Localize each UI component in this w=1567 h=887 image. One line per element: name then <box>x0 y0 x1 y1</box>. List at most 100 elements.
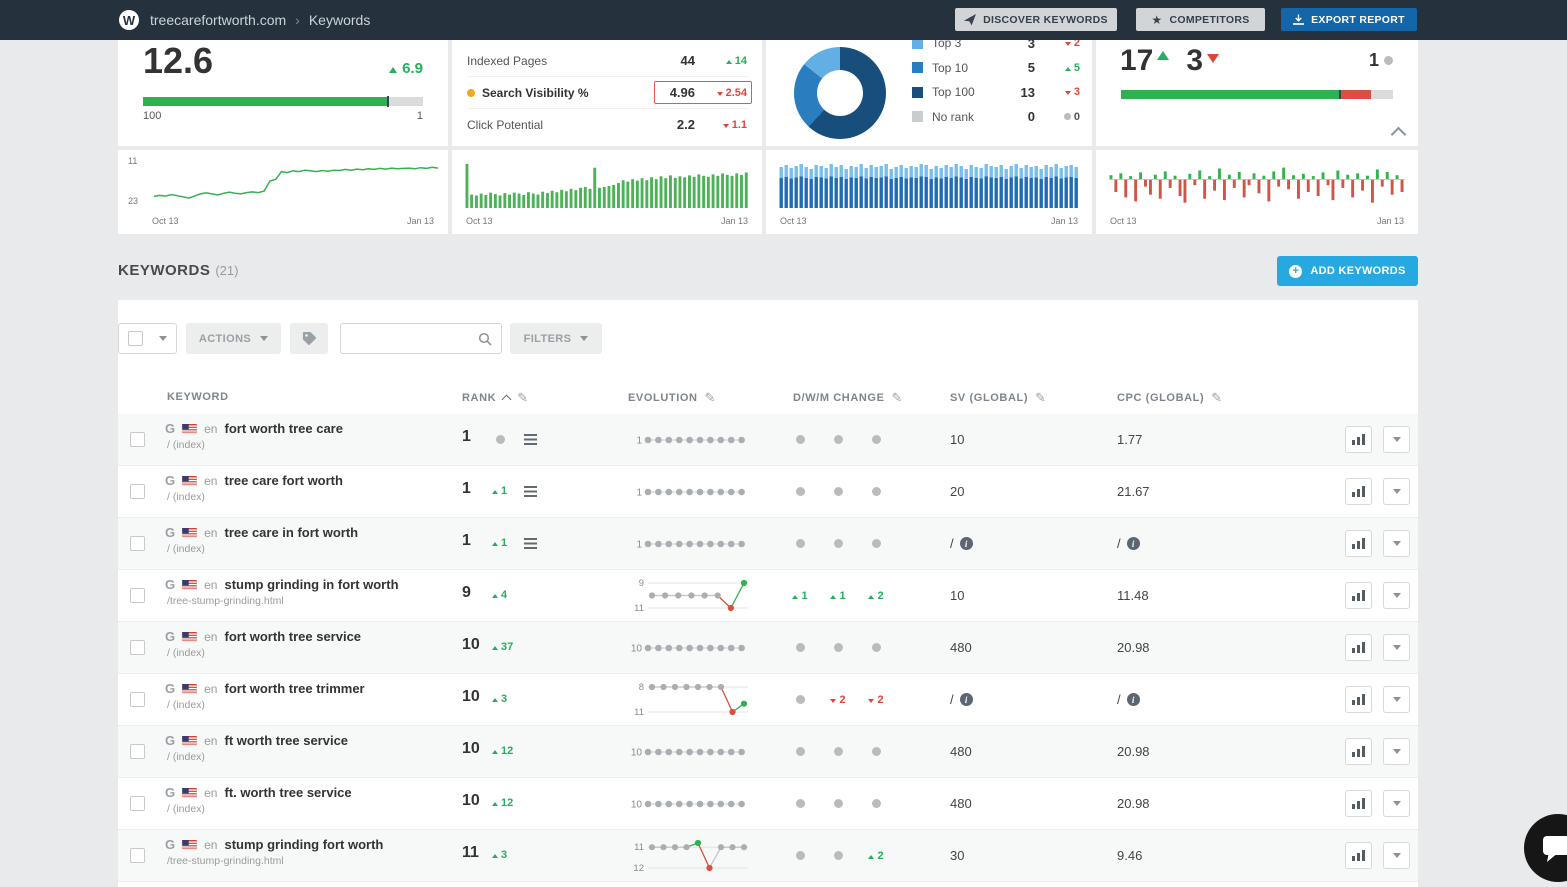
us-flag-icon <box>182 787 197 798</box>
breadcrumb-site[interactable]: treecarefortworth.com <box>150 12 286 28</box>
select-all-dropdown[interactable] <box>118 323 177 354</box>
keyword-path: /tree-stump-grinding.html <box>167 595 284 607</box>
seo-score-bar-marker <box>386 96 389 107</box>
row-chart-button[interactable] <box>1345 790 1372 817</box>
discover-keywords-button[interactable]: DISCOVER KEYWORDS <box>955 8 1117 31</box>
row-dropdown-button[interactable] <box>1383 478 1410 505</box>
row-chart-button[interactable] <box>1345 686 1372 713</box>
row-dropdown-button[interactable] <box>1383 686 1410 713</box>
actions-label: ACTIONS <box>198 332 252 345</box>
no-change-dot <box>795 695 805 704</box>
row-chart-button[interactable] <box>1345 582 1372 609</box>
keyword-text[interactable]: fort worth tree service <box>224 629 361 644</box>
column-header-dwm-change: D/W/M CHANGE ✎ <box>793 390 904 405</box>
cpc-global-value: 11.48 <box>1117 588 1149 603</box>
row-checkbox[interactable] <box>130 484 145 499</box>
row-dropdown-button[interactable] <box>1383 842 1410 869</box>
evolution-chart: 11 12 <box>633 839 748 874</box>
no-change-dot <box>833 799 843 808</box>
add-keywords-button[interactable]: + ADD KEYWORDS <box>1277 256 1418 286</box>
row-checkbox[interactable] <box>130 744 145 759</box>
row-chart-button[interactable] <box>1345 634 1372 661</box>
column-header-rank[interactable]: RANK ✎ <box>462 391 529 404</box>
keyword-text[interactable]: stump grinding in fort worth <box>224 577 398 592</box>
row-chart-button[interactable] <box>1345 738 1372 765</box>
row-dropdown-button[interactable] <box>1383 790 1410 817</box>
edit-column-icon[interactable]: ✎ <box>892 391 904 404</box>
evolution-chart: 1 <box>636 540 745 551</box>
serp-features-list-icon[interactable] <box>524 434 537 445</box>
edit-column-icon[interactable]: ✎ <box>1211 391 1223 404</box>
seo-score-panel: 12.6 6.9 100 1 <box>118 40 448 146</box>
rank-value: 10 <box>462 688 480 705</box>
serp-features-list-icon[interactable] <box>524 538 537 549</box>
select-all-checkbox[interactable] <box>128 331 143 346</box>
row-checkbox[interactable] <box>130 432 145 447</box>
language-label: en <box>204 629 218 644</box>
collapse-chevron-icon[interactable] <box>1390 126 1407 143</box>
google-icon: G <box>165 525 176 540</box>
info-icon[interactable]: i <box>959 693 973 706</box>
keyword-text[interactable]: fort worth tree trimmer <box>224 681 364 696</box>
row-dropdown-button[interactable] <box>1383 738 1410 765</box>
competitors-button[interactable]: ★ COMPETITORS <box>1136 8 1265 31</box>
keyword-text[interactable]: tree care in fort worth <box>224 525 358 540</box>
keyword-text[interactable]: stump grinding fort worth <box>224 837 383 852</box>
row-checkbox[interactable] <box>130 796 145 811</box>
edit-column-icon[interactable]: ✎ <box>705 391 717 404</box>
row-chart-button[interactable] <box>1345 842 1372 869</box>
keyword-text[interactable]: tree care fort worth <box>224 473 342 488</box>
row-checkbox[interactable] <box>130 640 145 655</box>
export-report-button[interactable]: EXPORT REPORT <box>1281 8 1417 31</box>
keyword-cell: Gen fort worth tree service / (index) <box>165 629 361 659</box>
search-icon[interactable] <box>478 332 492 346</box>
row-chart-button[interactable] <box>1345 426 1372 453</box>
edit-column-icon[interactable]: ✎ <box>1035 391 1047 404</box>
sort-ascending-icon[interactable] <box>501 394 512 404</box>
svg-text:12: 12 <box>633 863 644 874</box>
dwm-change-cell <box>786 778 814 829</box>
dwm-change-cell <box>862 466 890 517</box>
keyword-path: / (index) <box>167 439 205 451</box>
row-dropdown-button[interactable] <box>1383 426 1410 453</box>
rank-change: 12 <box>492 797 513 809</box>
table-row: Gen tree care in fort worth / (index) 1 1 / i… <box>118 518 1418 570</box>
row-dropdown-button[interactable] <box>1383 582 1410 609</box>
language-label: en <box>204 785 218 800</box>
row-chart-button[interactable] <box>1345 530 1372 557</box>
actions-dropdown[interactable]: ACTIONS <box>186 323 281 354</box>
keyword-search-input[interactable] <box>350 330 478 347</box>
chat-widget-button[interactable] <box>1524 814 1567 882</box>
info-icon[interactable]: i <box>1126 693 1140 706</box>
breadcrumb-page: Keywords <box>308 12 371 28</box>
keyword-text[interactable]: fort worth tree care <box>224 421 342 436</box>
metric-value: 4.96 <box>669 85 695 100</box>
rank-value: 10 <box>462 636 480 653</box>
chat-bubble-icon <box>1543 836 1567 855</box>
serp-features-list-icon[interactable] <box>524 486 537 497</box>
google-icon: G <box>165 681 176 696</box>
dwm-change-cell <box>786 882 814 887</box>
row-dropdown-button[interactable] <box>1383 634 1410 661</box>
svg-text:11: 11 <box>634 842 644 853</box>
chevron-down-icon <box>1392 853 1401 858</box>
tag-button[interactable] <box>290 323 328 354</box>
no-change-dot <box>795 539 805 548</box>
row-chart-button[interactable] <box>1345 478 1372 505</box>
keyword-text[interactable]: ft worth tree service <box>224 733 348 748</box>
app-logo[interactable]: W <box>119 10 139 30</box>
info-icon[interactable]: i <box>959 537 973 550</box>
row-checkbox[interactable] <box>130 692 145 707</box>
row-checkbox[interactable] <box>130 588 145 603</box>
filters-dropdown[interactable]: FILTERS <box>510 323 602 354</box>
dwm-change-cell <box>786 466 814 517</box>
row-checkbox[interactable] <box>130 536 145 551</box>
edit-column-icon[interactable]: ✎ <box>517 391 529 404</box>
info-icon[interactable]: i <box>1126 537 1140 550</box>
keyword-text[interactable]: ft. worth tree service <box>224 785 351 800</box>
google-icon: G <box>165 629 176 644</box>
row-dropdown-button[interactable] <box>1383 530 1410 557</box>
column-header-cpc-global: CPC (GLOBAL) ✎ <box>1117 390 1223 405</box>
row-checkbox[interactable] <box>130 848 145 863</box>
us-flag-icon <box>182 579 197 590</box>
